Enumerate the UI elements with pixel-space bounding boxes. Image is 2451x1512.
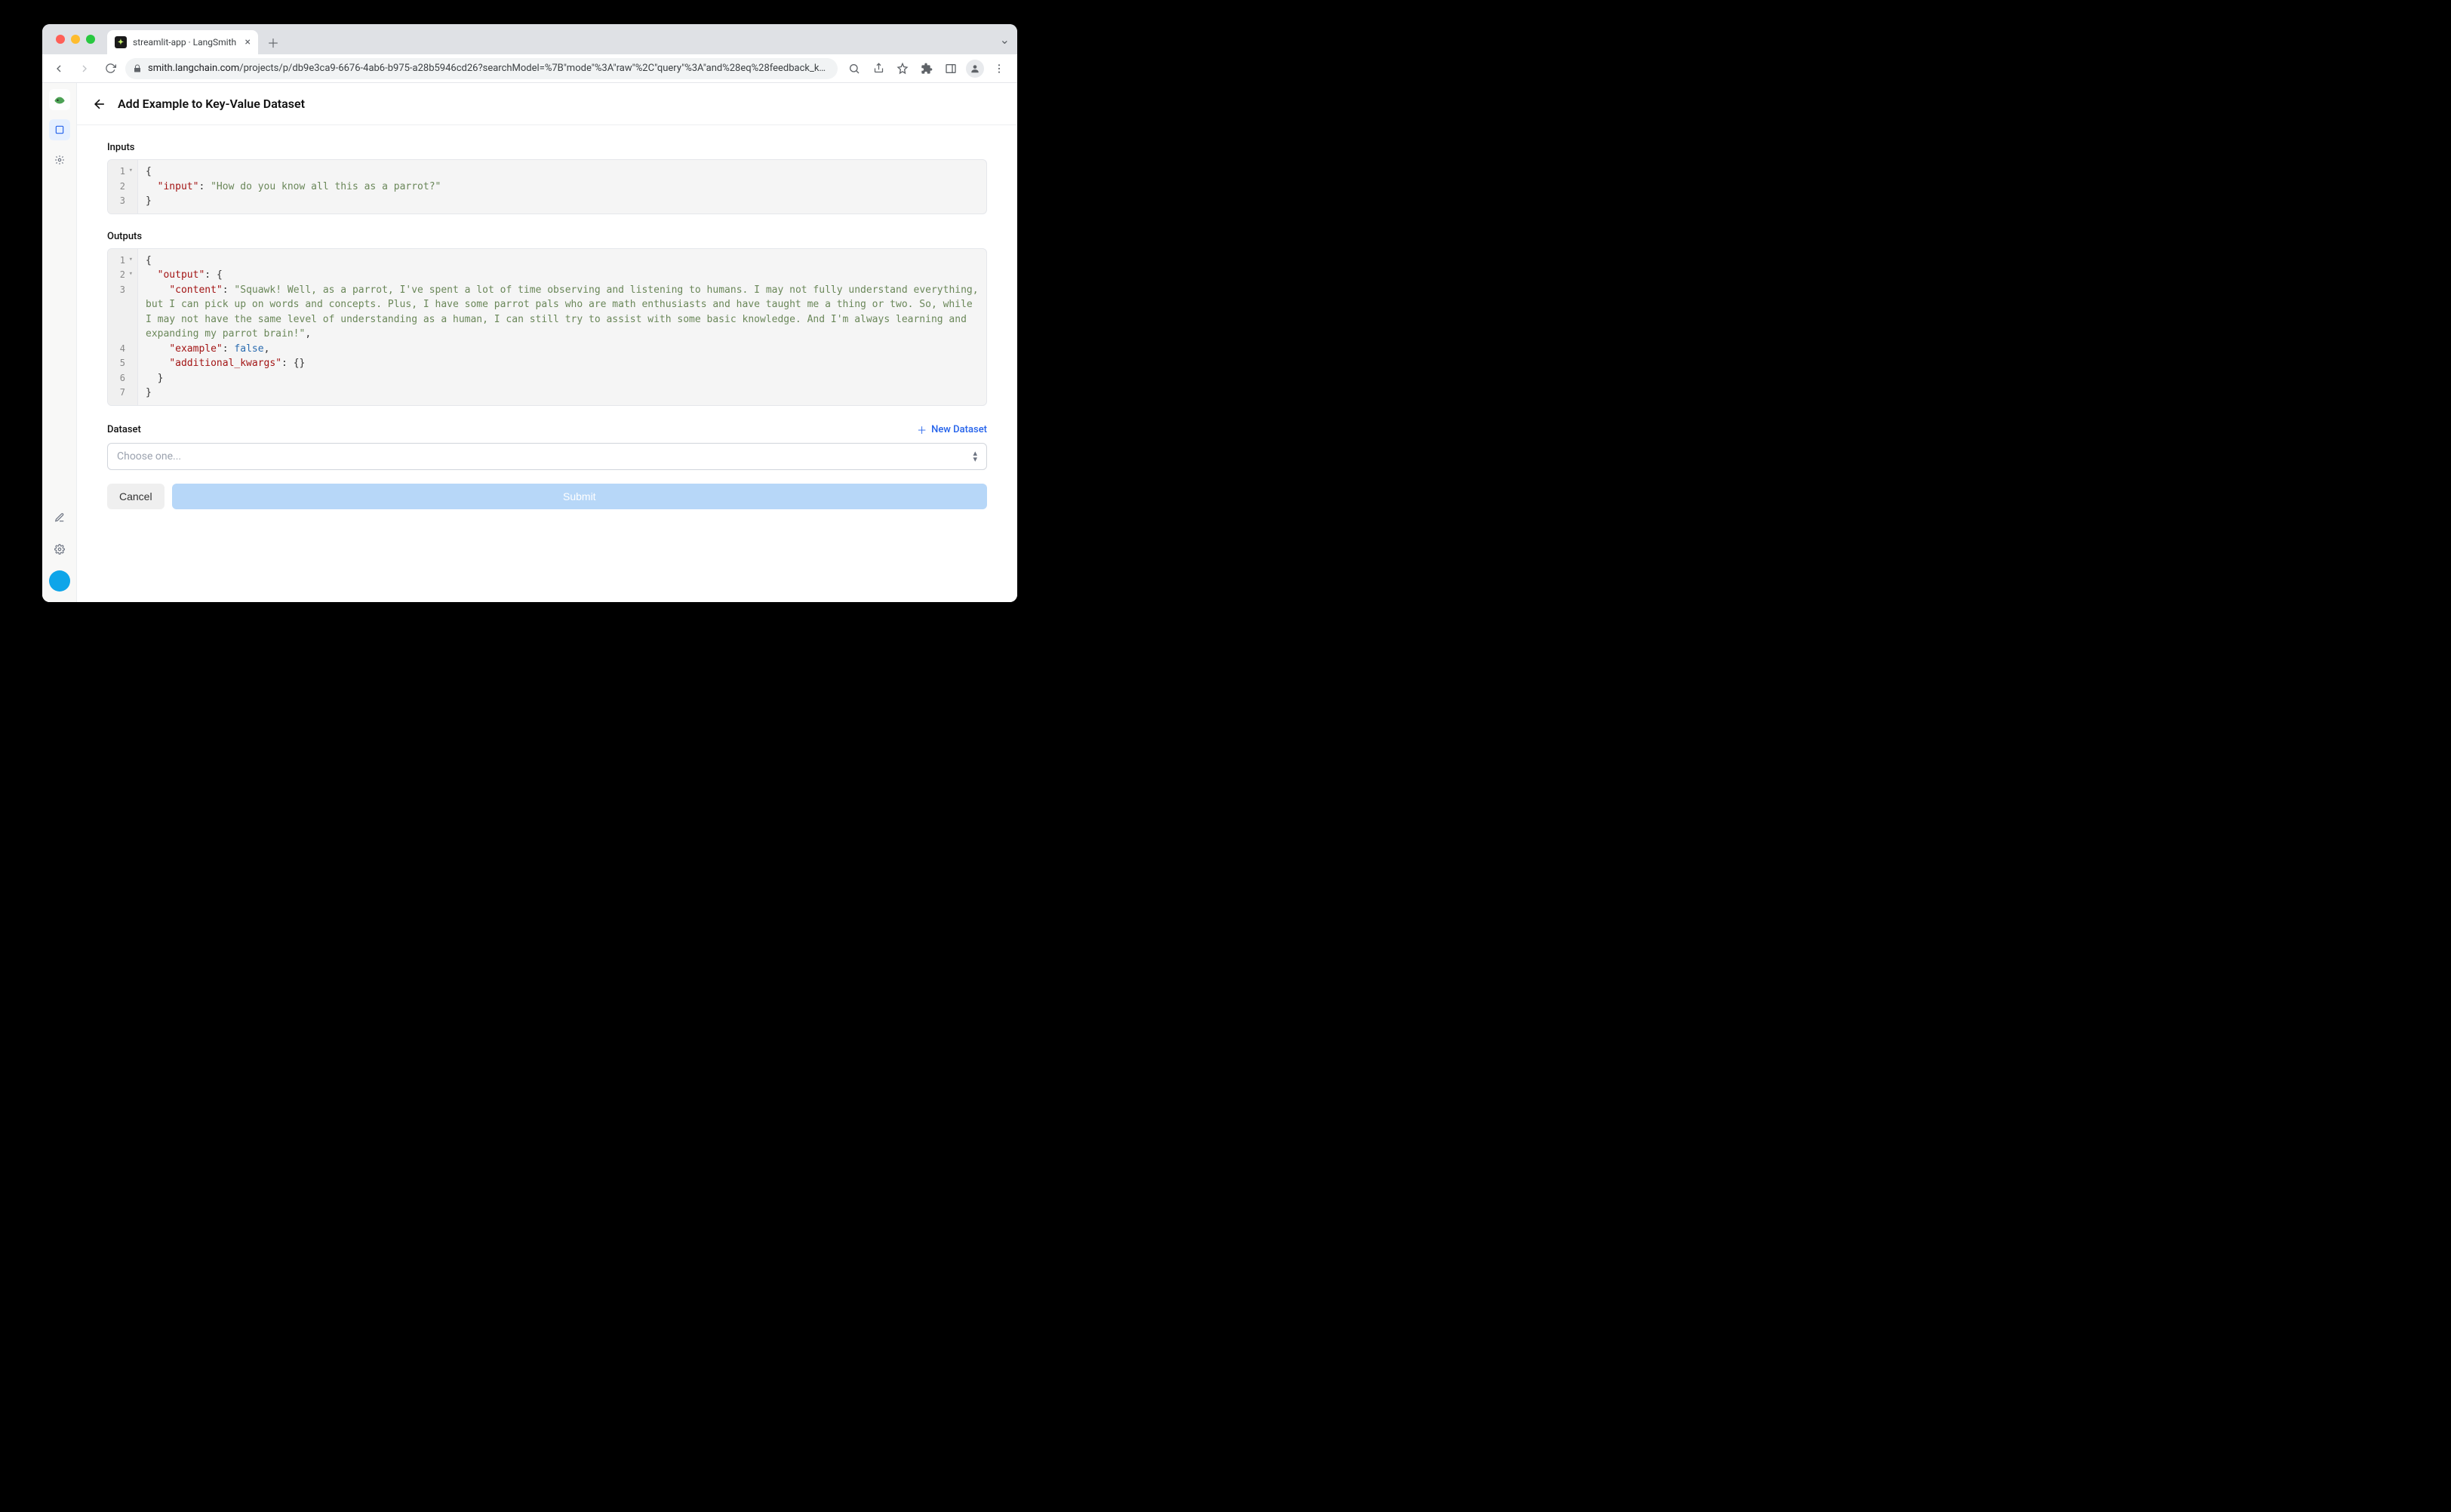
browser-window: ✦ streamlit-app · LangSmith × ＋ ⌄ smith.… (42, 24, 1017, 602)
extensions-icon[interactable] (918, 60, 936, 78)
sidebar-edit-icon[interactable] (49, 507, 70, 528)
share-icon[interactable] (869, 60, 887, 78)
lock-icon (133, 64, 142, 73)
dataset-label: Dataset (107, 424, 141, 435)
fold-icon[interactable]: ▾ (129, 269, 133, 280)
fold-icon[interactable]: ▾ (129, 255, 133, 266)
submit-button[interactable]: Submit (172, 484, 987, 509)
app-content: Add Example to Key-Value Dataset Inputs … (42, 83, 1017, 602)
profile-button[interactable] (966, 60, 984, 78)
window-close-button[interactable] (56, 35, 65, 44)
inputs-editor[interactable]: 1▾ 2 3 { "input": "How do you know all t… (107, 159, 987, 214)
tab-close-icon[interactable]: × (245, 36, 251, 48)
nav-back-button[interactable] (48, 58, 69, 79)
sidebar-settings-icon[interactable] (49, 539, 70, 560)
dataset-select[interactable]: Choose one... ▴▾ (107, 443, 987, 470)
dataset-row: Dataset ＋ New Dataset (107, 423, 987, 437)
select-placeholder: Choose one... (117, 450, 181, 463)
page-body: Inputs 1▾ 2 3 { "input": "How do you kno… (77, 125, 1017, 539)
button-row: Cancel Submit (107, 484, 987, 509)
chevron-updown-icon: ▴▾ (973, 450, 977, 462)
inputs-code[interactable]: { "input": "How do you know all this as … (138, 160, 986, 214)
page-title: Add Example to Key-Value Dataset (118, 97, 305, 111)
sidebar-item-datasets[interactable] (49, 149, 70, 171)
inputs-gutter: 1▾ 2 3 (108, 160, 138, 214)
window-controls (48, 24, 103, 54)
new-dataset-label: New Dataset (931, 424, 987, 435)
window-minimize-button[interactable] (71, 35, 80, 44)
page-header: Add Example to Key-Value Dataset (77, 83, 1017, 125)
browser-tab[interactable]: ✦ streamlit-app · LangSmith × (107, 30, 258, 54)
browser-toolbar: smith.langchain.com/projects/p/db9e3ca9-… (42, 54, 1017, 83)
inputs-label: Inputs (107, 142, 987, 153)
main-panel: Add Example to Key-Value Dataset Inputs … (77, 83, 1017, 602)
bookmark-icon[interactable] (893, 60, 912, 78)
menu-icon[interactable] (990, 60, 1008, 78)
zoom-icon[interactable] (845, 60, 863, 78)
favicon-icon: ✦ (115, 36, 127, 48)
tabs-expand-icon[interactable]: ⌄ (1000, 32, 1010, 47)
panel-icon[interactable] (942, 60, 960, 78)
outputs-editor[interactable]: 1▾ 2▾ 3 4 5 6 7 { "output": { "content":… (107, 248, 987, 406)
sidebar-user-avatar[interactable] (49, 570, 70, 592)
new-dataset-button[interactable]: ＋ New Dataset (917, 423, 987, 437)
new-tab-button[interactable]: ＋ (263, 32, 284, 53)
outputs-code[interactable]: { "output": { "content": "Squawk! Well, … (138, 249, 986, 405)
app-logo-icon[interactable] (49, 89, 70, 110)
nav-reload-button[interactable] (100, 58, 121, 79)
cancel-button[interactable]: Cancel (107, 484, 165, 509)
cancel-label: Cancel (119, 490, 152, 502)
nav-forward-button[interactable] (74, 58, 95, 79)
address-text: smith.langchain.com/projects/p/db9e3ca9-… (148, 63, 830, 74)
sidebar-item-projects[interactable] (49, 119, 70, 140)
submit-label: Submit (563, 490, 596, 502)
fold-icon[interactable]: ▾ (129, 166, 133, 177)
outputs-gutter: 1▾ 2▾ 3 4 5 6 7 (108, 249, 138, 405)
outputs-label: Outputs (107, 231, 987, 242)
tab-title: streamlit-app · LangSmith (133, 37, 236, 48)
app-sidebar (42, 83, 77, 602)
tab-strip: ✦ streamlit-app · LangSmith × ＋ ⌄ (42, 24, 1017, 54)
back-button[interactable] (92, 97, 107, 112)
toolbar-icons (842, 60, 1011, 78)
window-maximize-button[interactable] (86, 35, 95, 44)
plus-icon: ＋ (917, 423, 927, 437)
address-bar[interactable]: smith.langchain.com/projects/p/db9e3ca9-… (125, 58, 838, 79)
